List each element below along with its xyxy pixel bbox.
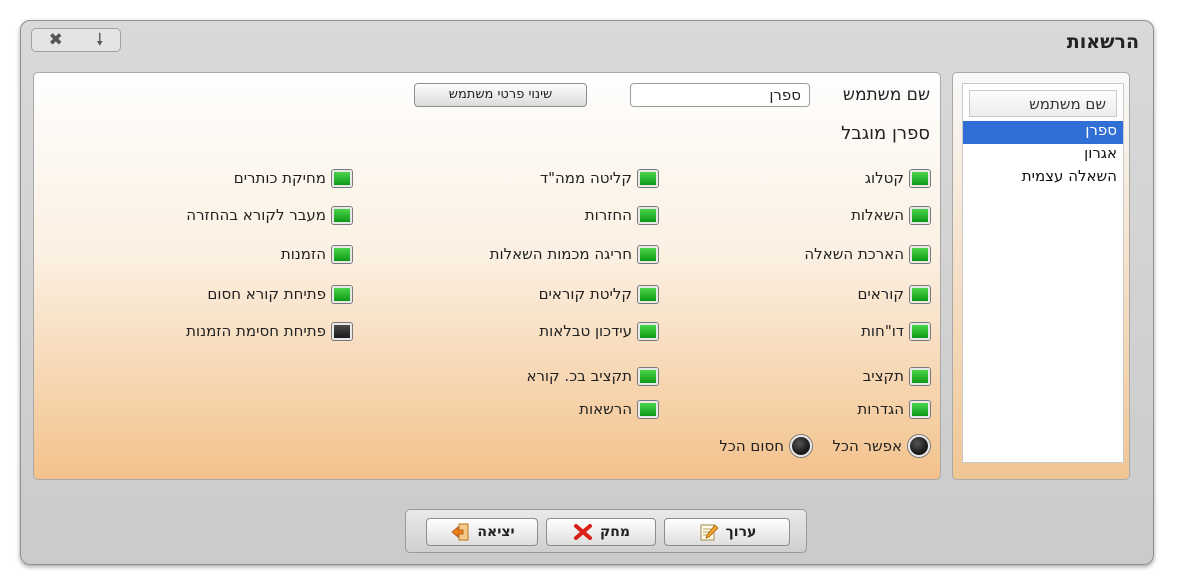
perm-permissions: הרשאות [579, 400, 658, 418]
perm-budget: תקציב [863, 367, 930, 385]
perm-label: הגדרות [857, 400, 904, 418]
user-row-agron[interactable]: אגרון [963, 144, 1123, 167]
block-all-option: חסום הכל [719, 435, 812, 457]
perm-permissions-checkbox[interactable] [638, 400, 658, 418]
edit-button[interactable]: ערוך [664, 518, 790, 546]
perm-settings: הגדרות [857, 400, 930, 418]
perm-label: הארכת השאלה [804, 245, 904, 263]
perm-loan-limit-override-checkbox[interactable] [638, 245, 658, 263]
username-label: שם משתמש [842, 85, 930, 105]
perm-settings-checkbox[interactable] [910, 400, 930, 418]
exit-door-icon [449, 521, 471, 543]
perm-loans: השאלות [851, 206, 930, 224]
perm-returns-checkbox[interactable] [638, 206, 658, 224]
close-icon[interactable]: ✖ [49, 31, 63, 49]
perm-label: עידכון טבלאות [539, 322, 632, 340]
perm-go-to-reader-on-return: מעבר לקורא בהחזרה [186, 206, 352, 224]
perm-label: פתיחת קורא חסום [207, 285, 326, 303]
perm-reader-intake: קליטת קוראים [539, 285, 658, 303]
username-field[interactable]: ספרן [630, 83, 810, 107]
perm-label: הרשאות [579, 400, 632, 418]
perm-label: קטלוג [864, 169, 904, 187]
change-user-details-button[interactable]: שינוי פרטי משתמש [414, 83, 587, 107]
delete-button[interactable]: מחק [546, 518, 656, 546]
perm-reader-budget-checkbox[interactable] [638, 367, 658, 385]
block-all-label: חסום הכל [719, 437, 784, 455]
perm-label: קליטה ממה"ד [539, 169, 632, 187]
perm-reader-intake-checkbox[interactable] [638, 285, 658, 303]
perm-label: דו"חות [861, 322, 904, 340]
perm-label: הזמנות [280, 245, 326, 263]
perm-label: תקציב בכ. קורא [526, 367, 632, 385]
permissions-window: ✖ 🠗 הרשאות שם משתמש ספרן אגרון השאלה עצמ… [20, 20, 1154, 565]
perm-reports: דו"חות [861, 322, 930, 340]
perm-label: השאלות [851, 206, 904, 224]
exit-button-label: יציאה [477, 524, 515, 540]
perm-orders: הזמנות [281, 245, 352, 263]
perm-catalog-checkbox[interactable] [910, 169, 930, 187]
perm-orders-checkbox[interactable] [332, 245, 352, 263]
perm-import-mmd: קליטה ממה"ד [540, 169, 658, 187]
perm-label: תקציב [862, 367, 904, 385]
perm-update-tables-checkbox[interactable] [638, 322, 658, 340]
action-toolbar: ערוך מחק יציאה [405, 509, 807, 553]
enable-all-option: אפשר הכל [832, 435, 930, 457]
perm-reports-checkbox[interactable] [910, 322, 930, 340]
users-list[interactable]: שם משתמש ספרן אגרון השאלה עצמית [962, 83, 1124, 463]
perm-reader-budget: תקציב בכ. קורא [526, 367, 658, 385]
users-panel: שם משתמש ספרן אגרון השאלה עצמית [952, 72, 1130, 480]
perm-unblock-reader-checkbox[interactable] [332, 285, 352, 303]
enable-all-label: אפשר הכל [832, 437, 902, 455]
window-title: הרשאות [1066, 31, 1139, 53]
pin-icon[interactable]: 🠗 [96, 31, 103, 49]
perm-label: קליטת קוראים [538, 285, 632, 303]
perm-returns: החזרות [585, 206, 658, 224]
perm-loans-checkbox[interactable] [910, 206, 930, 224]
edit-icon [698, 521, 720, 543]
perm-label: מחיקת כותרים [233, 169, 326, 187]
perm-delete-titles-checkbox[interactable] [332, 169, 352, 187]
perm-loan-limit-override: חריגה מכמות השאלות [490, 245, 658, 263]
permissions-panel: שם משתמש ספרן שינוי פרטי משתמש ספרן מוגב… [33, 72, 941, 480]
delete-icon [572, 521, 594, 543]
block-all-radio[interactable] [790, 435, 812, 457]
perm-loan-extension: הארכת השאלה [804, 245, 930, 263]
perm-readers: קוראים [857, 285, 930, 303]
perm-update-tables: עידכון טבלאות [539, 322, 658, 340]
perm-go-to-reader-on-return-checkbox[interactable] [332, 206, 352, 224]
perm-unblock-reader: פתיחת קורא חסום [207, 285, 352, 303]
perm-loan-extension-checkbox[interactable] [910, 245, 930, 263]
perm-catalog: קטלוג [865, 169, 930, 187]
user-row-self-checkout[interactable]: השאלה עצמית [963, 167, 1123, 190]
perm-label: החזרות [584, 206, 632, 224]
perm-import-mmd-checkbox[interactable] [638, 169, 658, 187]
user-row-librarian[interactable]: ספרן [963, 121, 1123, 144]
enable-all-radio[interactable] [908, 435, 930, 457]
perm-label: מעבר לקורא בהחזרה [186, 206, 326, 224]
perm-label: קוראים [857, 285, 904, 303]
perm-unblock-orders-checkbox[interactable] [332, 322, 352, 340]
role-title: ספרן מוגבל [841, 123, 930, 144]
perm-unblock-orders: פתיחת חסימת הזמנות [186, 322, 352, 340]
perm-delete-titles: מחיקת כותרים [234, 169, 352, 187]
perm-label: חריגה מכמות השאלות [489, 245, 632, 263]
users-list-header: שם משתמש [969, 90, 1117, 117]
edit-button-label: ערוך [725, 524, 757, 540]
perm-readers-checkbox[interactable] [910, 285, 930, 303]
perm-label: פתיחת חסימת הזמנות [186, 322, 326, 340]
delete-button-label: מחק [599, 524, 631, 540]
window-controls: ✖ 🠗 [31, 28, 121, 52]
perm-budget-checkbox[interactable] [910, 367, 930, 385]
exit-button[interactable]: יציאה [426, 518, 538, 546]
